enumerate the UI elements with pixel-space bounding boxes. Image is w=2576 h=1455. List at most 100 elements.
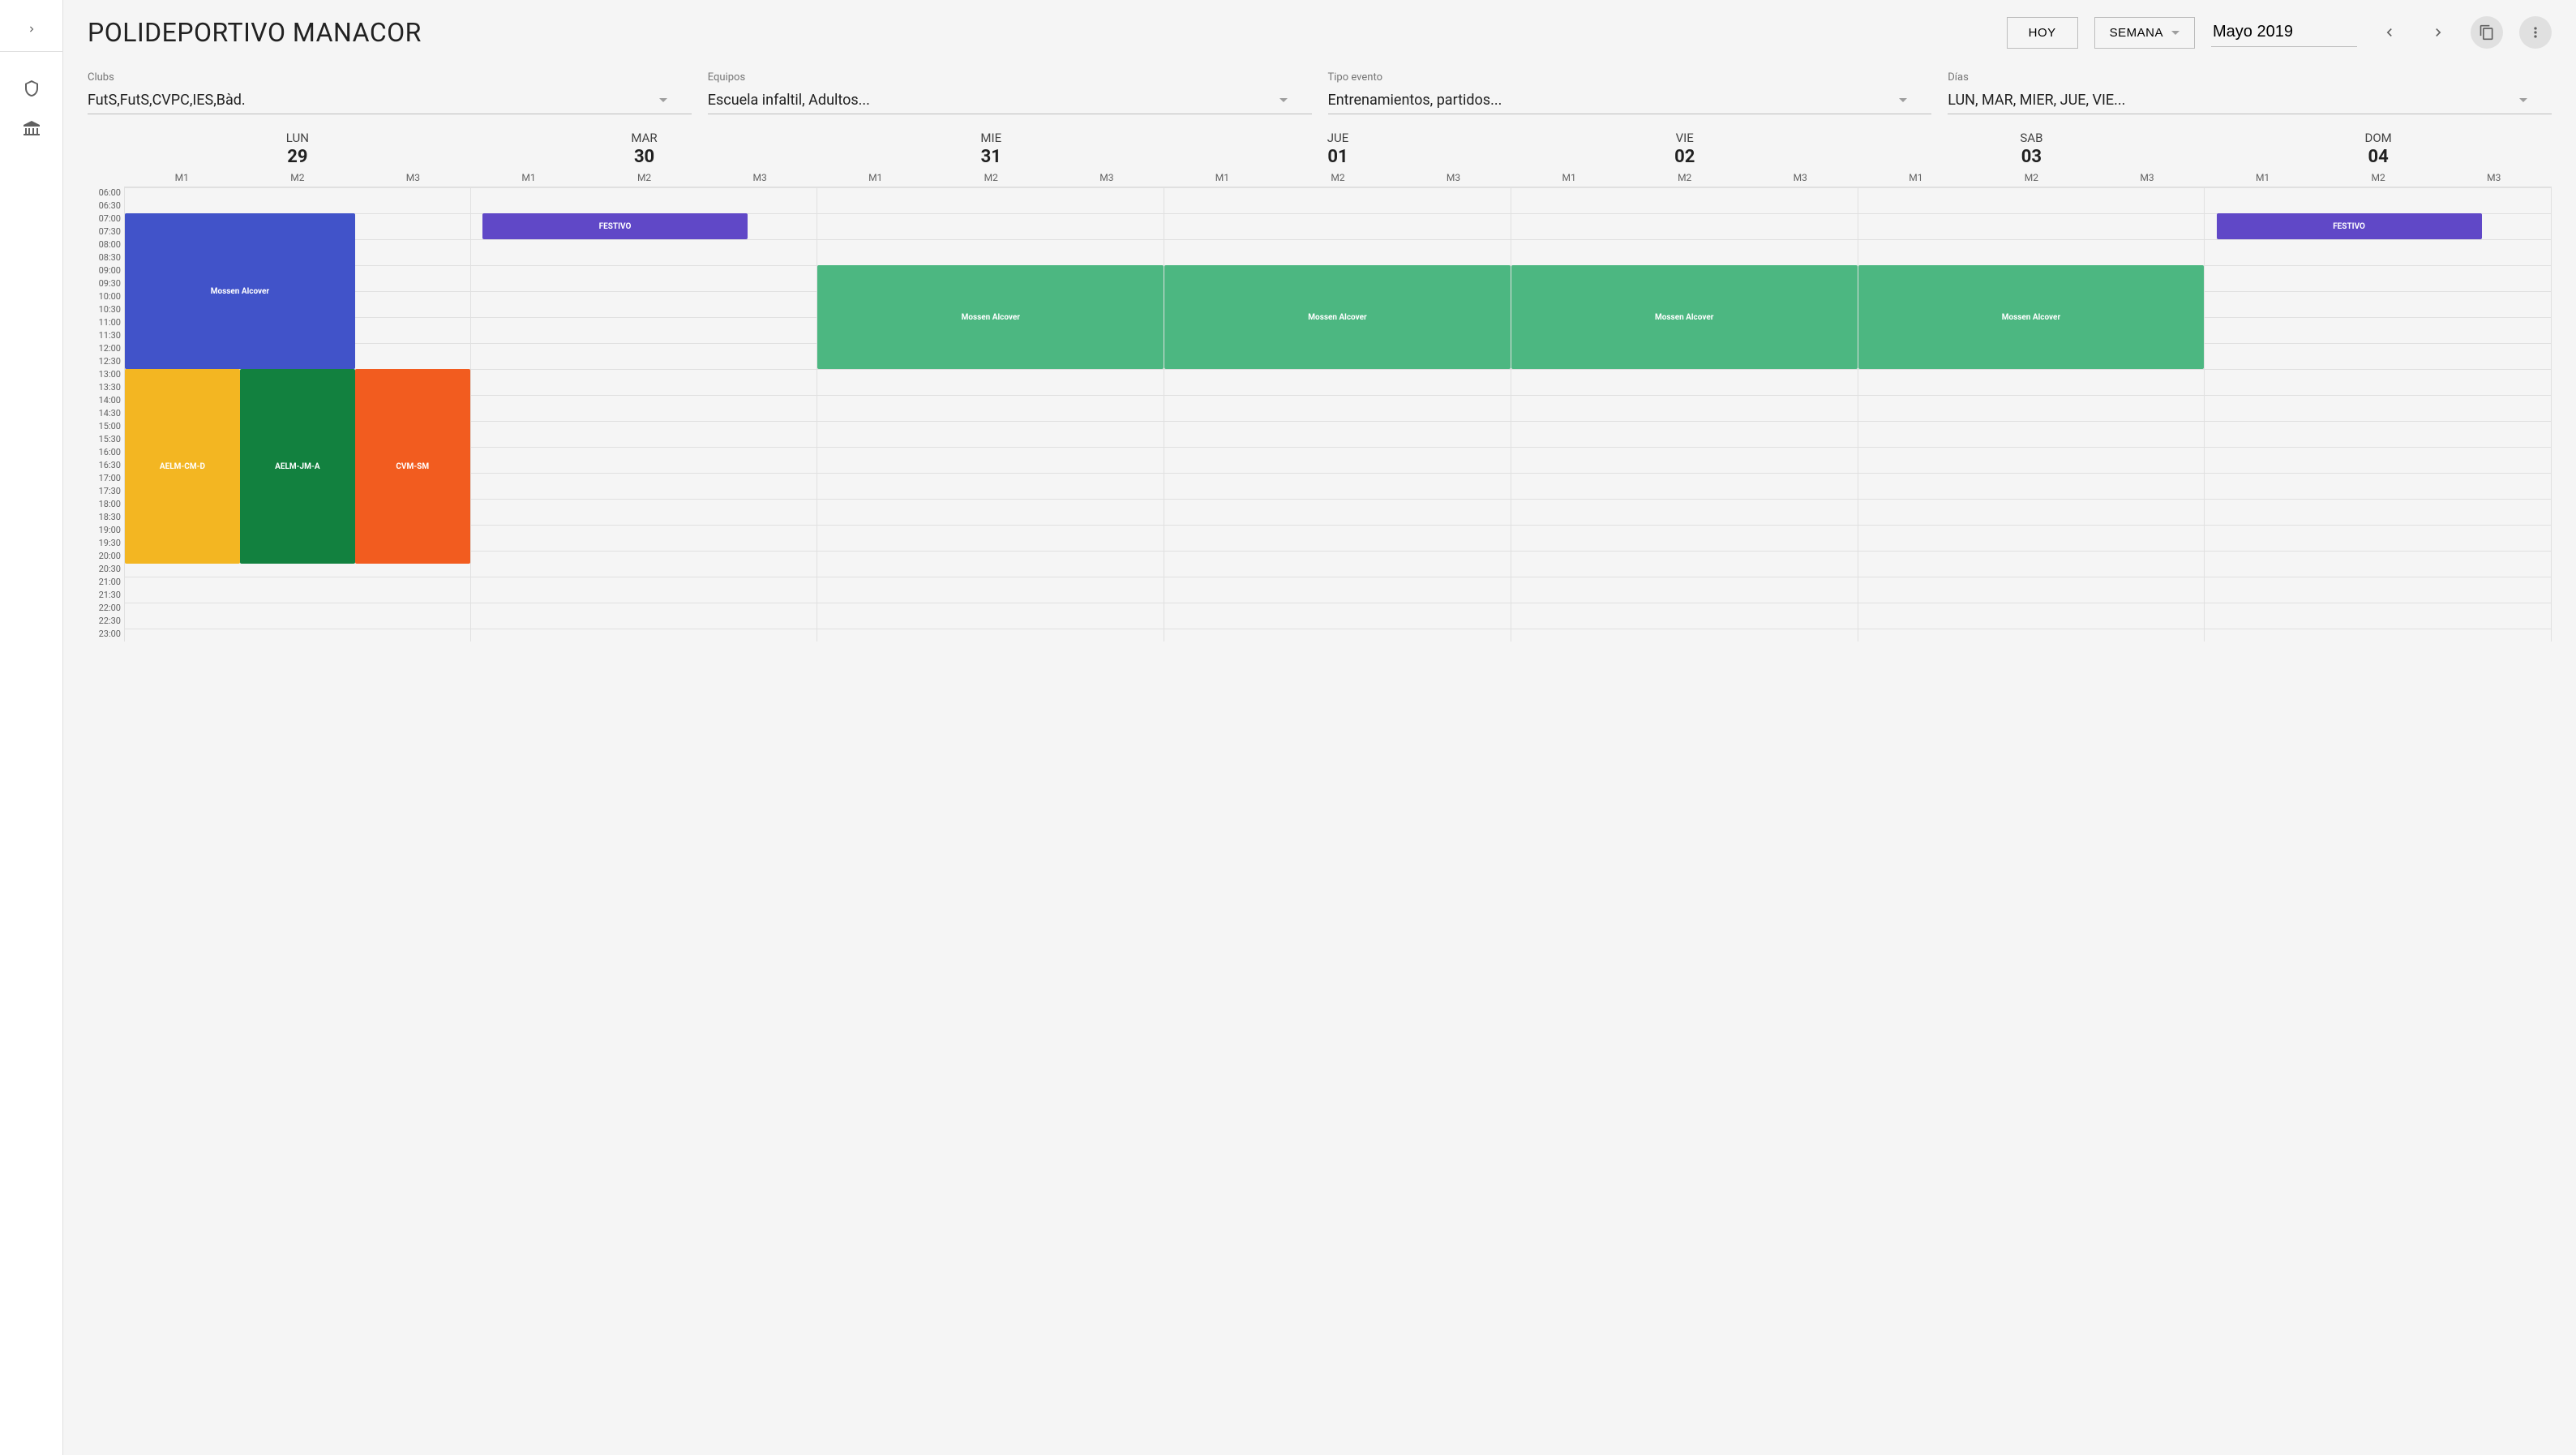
filter-tipo[interactable]: Entrenamientos, partidos... — [1328, 88, 1932, 114]
calendar-event[interactable]: Mossen Alcover — [1511, 265, 1858, 369]
sub-column-label: M1 — [817, 172, 933, 183]
day-column[interactable]: Mossen Alcover — [817, 187, 1164, 642]
sub-column-label: M3 — [1742, 172, 1858, 183]
time-label: 08:00 — [88, 238, 124, 251]
caret-down-icon — [2519, 98, 2527, 102]
chevron-left-icon — [2381, 24, 2398, 41]
day-number: 01 — [1164, 147, 1511, 167]
day-header: MAR 30 — [471, 131, 818, 167]
day-name: LUN — [124, 131, 471, 145]
filter-tipo-value: Entrenamientos, partidos... — [1328, 92, 1502, 109]
sub-column-label: M2 — [1627, 172, 1742, 183]
sub-column-label: M3 — [702, 172, 818, 183]
time-label: 09:30 — [88, 277, 124, 290]
sub-column-label: M3 — [1049, 172, 1165, 183]
filter-label-dias: Días — [1948, 71, 2552, 84]
today-button[interactable]: HOY — [2007, 17, 2078, 49]
filter-label-tipo: Tipo evento — [1328, 71, 1932, 84]
day-column[interactable]: Mossen Alcover — [1164, 187, 1511, 642]
day-number: 31 — [817, 147, 1164, 167]
day-name: VIE — [1511, 131, 1858, 145]
day-column[interactable]: FESTIVO — [471, 187, 818, 642]
time-label: 11:30 — [88, 329, 124, 342]
time-label: 23:00 — [88, 628, 124, 641]
filter-clubs[interactable]: FutS,FutS,CVPC,IES,Bàd. — [88, 88, 692, 114]
day-name: MAR — [471, 131, 818, 145]
time-label: 18:30 — [88, 511, 124, 524]
view-select[interactable]: SEMANA — [2094, 17, 2195, 49]
sidebar-item-institution[interactable] — [0, 109, 63, 149]
time-label: 06:00 — [88, 187, 124, 200]
caret-down-icon — [1899, 98, 1907, 102]
sidebar-item-security[interactable] — [0, 68, 63, 109]
time-label: 16:00 — [88, 446, 124, 459]
day-name: SAB — [1858, 131, 2205, 145]
time-label: 14:00 — [88, 394, 124, 407]
day-column[interactable]: Mossen AlcoverAELM-CM-DAELM-JM-ACVM-SM — [124, 187, 471, 642]
time-label: 15:00 — [88, 420, 124, 433]
day-name: MIE — [817, 131, 1164, 145]
calendar: LUN29MAR30MIE31JUE01VIE02SAB03DOM04 M1M2… — [88, 131, 2552, 658]
day-column[interactable]: FESTIVO — [2205, 187, 2552, 642]
time-label: 10:30 — [88, 303, 124, 316]
day-header: SAB03 — [1858, 131, 2205, 167]
time-label: 19:30 — [88, 537, 124, 550]
time-label: 20:00 — [88, 550, 124, 563]
sub-column-label: M1 — [1511, 172, 1627, 183]
caret-down-icon — [1279, 98, 1288, 102]
calendar-event[interactable]: Mossen Alcover — [125, 213, 355, 369]
time-label: 20:30 — [88, 563, 124, 576]
calendar-event[interactable]: AELM-JM-A — [240, 369, 355, 564]
institution-icon — [22, 119, 41, 139]
time-label: 12:30 — [88, 355, 124, 368]
sub-column-label: M2 — [586, 172, 702, 183]
date-input[interactable] — [2211, 18, 2357, 47]
calendar-event[interactable]: CVM-SM — [355, 369, 470, 564]
calendar-event[interactable]: Mossen Alcover — [1164, 265, 1511, 369]
calendar-event[interactable]: Mossen Alcover — [817, 265, 1164, 369]
sidebar — [0, 0, 63, 1455]
chevron-right-icon — [2430, 24, 2446, 41]
sub-column-label: M3 — [2090, 172, 2205, 183]
time-label: 10:00 — [88, 290, 124, 303]
time-label: 11:00 — [88, 316, 124, 329]
time-label: 16:30 — [88, 459, 124, 472]
time-label: 13:30 — [88, 381, 124, 394]
time-label: 07:30 — [88, 225, 124, 238]
more-button[interactable] — [2519, 16, 2552, 49]
time-label: 12:00 — [88, 342, 124, 355]
day-number: 02 — [1511, 147, 1858, 167]
sub-column-label: M2 — [2321, 172, 2437, 183]
day-number: 30 — [471, 147, 818, 167]
time-label: 13:00 — [88, 368, 124, 381]
time-label: 17:30 — [88, 485, 124, 498]
day-header: JUE01 — [1164, 131, 1511, 167]
day-column[interactable]: Mossen Alcover — [1511, 187, 1858, 642]
caret-down-icon — [2171, 31, 2180, 35]
time-label: 15:30 — [88, 433, 124, 446]
filter-dias[interactable]: LUN, MAR, MIER, JUE, VIE... — [1948, 88, 2552, 114]
day-header: VIE 02 — [1511, 131, 1858, 167]
prev-button[interactable] — [2373, 16, 2406, 49]
day-column[interactable]: Mossen Alcover — [1858, 187, 2205, 642]
time-label: 08:30 — [88, 251, 124, 264]
day-header: DOM04 — [2205, 131, 2552, 167]
sub-column-label: M2 — [1280, 172, 1396, 183]
calendar-event[interactable]: FESTIVO — [2217, 213, 2482, 239]
filter-equipos[interactable]: Escuela infaltil, Adultos... — [708, 88, 1312, 114]
sub-column-label: M3 — [2436, 172, 2552, 183]
sidebar-toggle[interactable] — [0, 6, 63, 52]
time-label: 06:30 — [88, 200, 124, 212]
next-button[interactable] — [2422, 16, 2454, 49]
copy-button[interactable] — [2471, 16, 2503, 49]
filter-clubs-value: FutS,FutS,CVPC,IES,Bàd. — [88, 92, 246, 109]
calendar-event[interactable]: FESTIVO — [482, 213, 748, 239]
shield-icon — [22, 79, 41, 98]
sub-column-label: M3 — [355, 172, 471, 183]
filter-dias-value: LUN, MAR, MIER, JUE, VIE... — [1948, 92, 2125, 109]
time-label: 22:30 — [88, 615, 124, 628]
caret-down-icon — [659, 98, 667, 102]
calendar-event[interactable]: AELM-CM-D — [125, 369, 240, 564]
calendar-event[interactable]: Mossen Alcover — [1858, 265, 2205, 369]
day-number: 04 — [2205, 147, 2552, 167]
